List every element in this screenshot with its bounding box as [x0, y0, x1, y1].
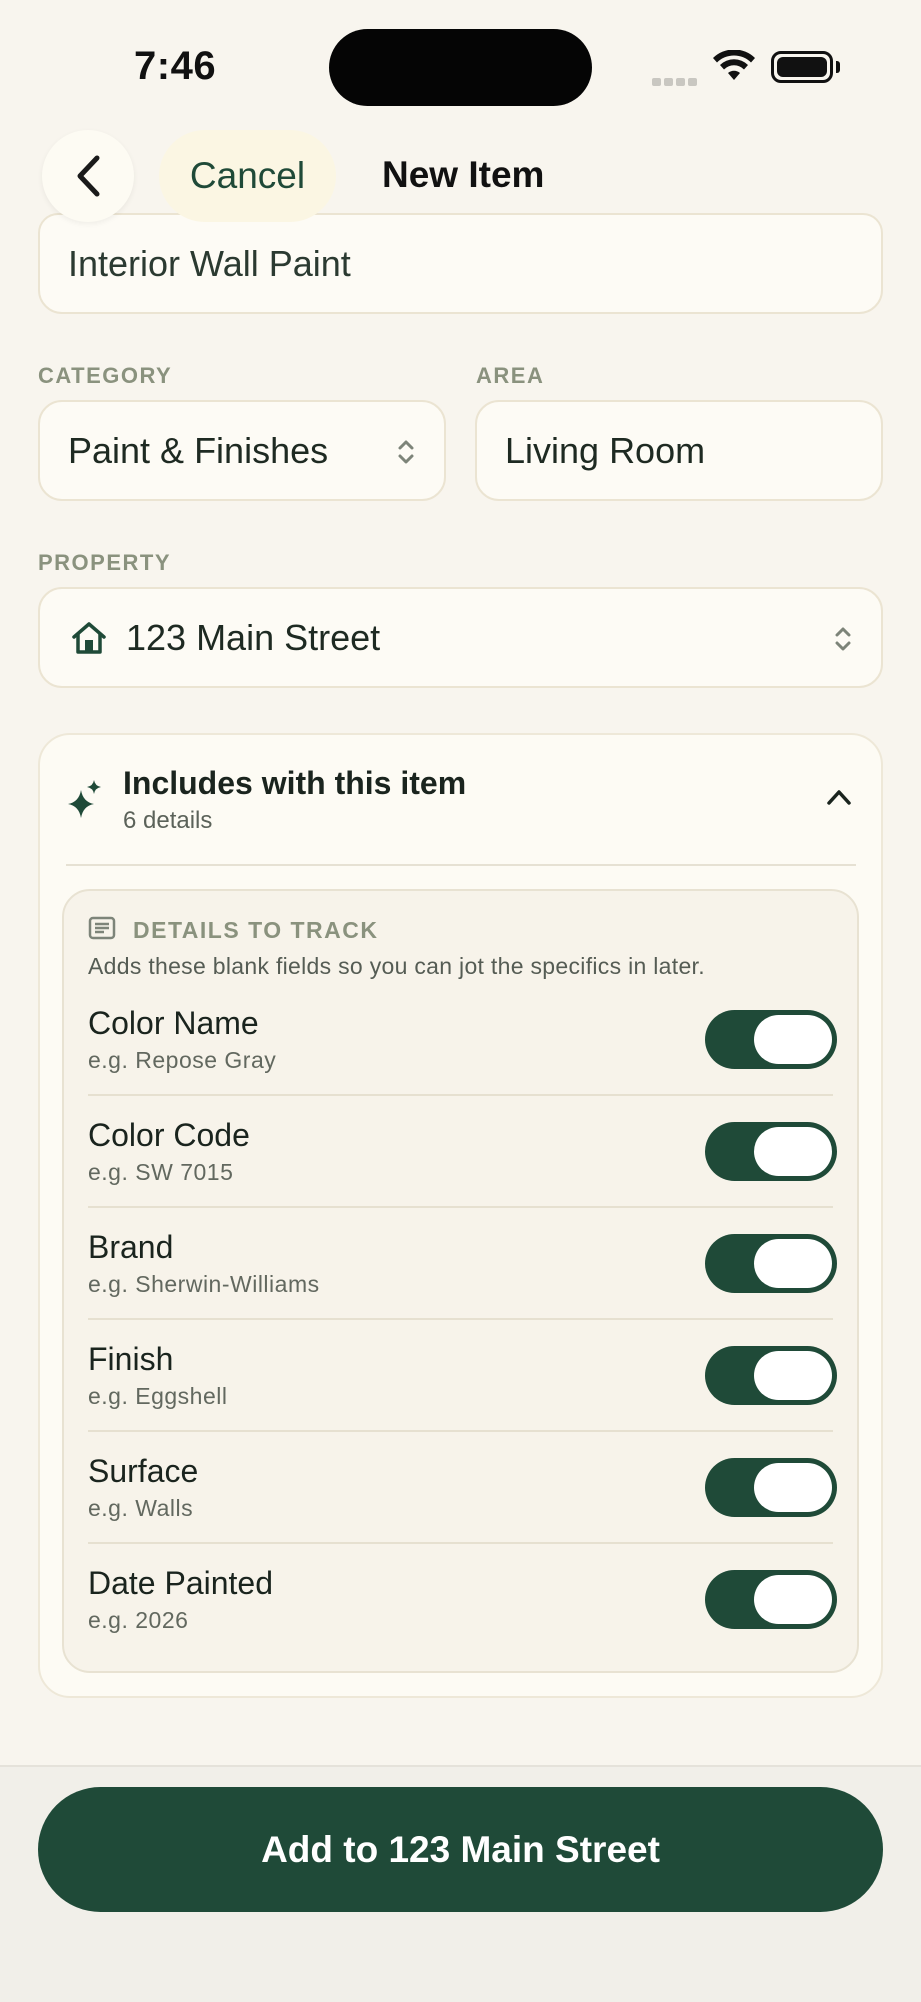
row-divider	[88, 1318, 833, 1320]
chevron-up-down-icon	[835, 627, 851, 651]
details-description: Adds these blank fields so you can jot t…	[88, 953, 705, 979]
dynamic-island	[329, 29, 592, 106]
detail-hint: e.g. Repose Gray	[88, 1047, 277, 1073]
house-icon	[72, 621, 106, 654]
area-field[interactable]: Living Room	[475, 400, 883, 501]
detail-hint: e.g. Walls	[88, 1495, 194, 1521]
toggle-color-code[interactable]	[705, 1122, 837, 1181]
list-icon	[88, 916, 116, 945]
category-value: Paint & Finishes	[68, 429, 329, 471]
wifi-icon	[712, 49, 756, 89]
category-label: CATEGORY	[38, 363, 173, 388]
cellular-signal-icon	[652, 73, 700, 91]
card-divider	[66, 864, 856, 866]
battery-icon	[771, 51, 833, 83]
toggle-color-name[interactable]	[705, 1010, 837, 1069]
property-label: PROPERTY	[38, 550, 172, 575]
detail-hint: e.g. SW 7015	[88, 1159, 234, 1185]
toggle-date-painted[interactable]	[705, 1570, 837, 1629]
includes-title: Includes with this item	[123, 765, 467, 801]
detail-hint: e.g. Eggshell	[88, 1383, 228, 1409]
item-name-field[interactable]: Interior Wall Paint	[38, 213, 883, 314]
chevron-up-down-icon	[398, 440, 414, 464]
toggle-surface[interactable]	[705, 1458, 837, 1517]
area-label: AREA	[476, 363, 545, 388]
battery-tip	[836, 61, 840, 73]
toggle-brand[interactable]	[705, 1234, 837, 1293]
detail-name: Surface	[88, 1453, 199, 1489]
back-button[interactable]	[42, 130, 134, 222]
detail-hint: e.g. 2026	[88, 1607, 189, 1633]
detail-hint: e.g. Sherwin-Williams	[88, 1271, 320, 1297]
cancel-button[interactable]: Cancel	[159, 130, 336, 222]
detail-name: Finish	[88, 1341, 174, 1377]
chevron-left-icon	[77, 155, 100, 197]
details-to-track-label: DETAILS TO TRACK	[133, 917, 379, 943]
row-divider	[88, 1206, 833, 1208]
area-value: Living Room	[505, 429, 706, 471]
row-divider	[88, 1094, 833, 1096]
toggle-finish[interactable]	[705, 1346, 837, 1405]
row-divider	[88, 1430, 833, 1432]
row-divider	[88, 1542, 833, 1544]
add-to-property-button[interactable]: Add to 123 Main Street	[38, 1787, 883, 1912]
detail-name: Color Code	[88, 1117, 250, 1153]
includes-subtitle: 6 details	[123, 807, 213, 834]
status-time: 7:46	[134, 44, 217, 88]
property-select[interactable]: 123 Main Street	[38, 587, 883, 688]
detail-name: Date Painted	[88, 1565, 274, 1601]
sparkle-icon	[68, 780, 102, 825]
page-title: New Item	[382, 154, 545, 195]
item-name-value: Interior Wall Paint	[68, 242, 351, 284]
category-select[interactable]: Paint & Finishes	[38, 400, 446, 501]
detail-name: Brand	[88, 1229, 174, 1265]
property-value: 123 Main Street	[126, 616, 381, 658]
detail-name: Color Name	[88, 1005, 259, 1041]
chevron-up-icon[interactable]	[826, 788, 852, 811]
